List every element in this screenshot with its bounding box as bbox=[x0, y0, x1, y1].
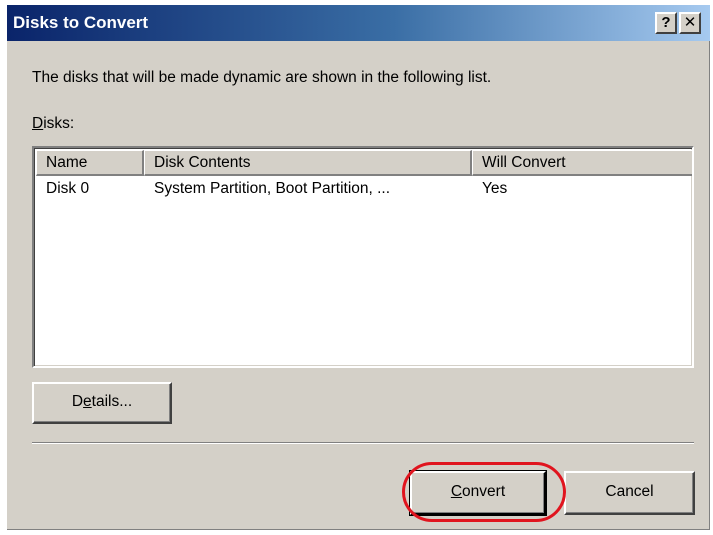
cell-name: Disk 0 bbox=[46, 180, 90, 197]
close-button[interactable]: ✕ bbox=[679, 12, 701, 34]
divider bbox=[32, 442, 694, 444]
column-header-name[interactable]: Name bbox=[36, 150, 144, 176]
convert-label-after: onvert bbox=[462, 483, 506, 500]
window-title: Disks to Convert bbox=[13, 13, 149, 32]
disks-to-convert-dialog: Disks to Convert ? ✕ The disks that will… bbox=[7, 5, 710, 530]
details-label-before: D bbox=[71, 393, 84, 410]
cell-disk-contents: System Partition, Boot Partition, ... bbox=[154, 180, 391, 197]
convert-button[interactable]: Convert bbox=[410, 471, 546, 515]
table-row[interactable]: Disk 0 System Partition, Boot Partition,… bbox=[36, 178, 692, 200]
column-header-disk-contents[interactable]: Disk Contents bbox=[144, 150, 472, 176]
column-header-will-convert[interactable]: Will Convert bbox=[472, 150, 692, 176]
intro-text: The disks that will be made dynamic are … bbox=[32, 69, 492, 86]
close-icon: ✕ bbox=[683, 14, 697, 31]
help-button[interactable]: ? bbox=[655, 12, 677, 34]
details-label-mnemonic: e bbox=[83, 393, 92, 410]
disks-list[interactable]: Name Disk Contents Will Convert Disk 0 S… bbox=[32, 146, 694, 368]
convert-label-mnemonic: C bbox=[450, 483, 463, 500]
title-bar[interactable]: Disks to Convert ? ✕ bbox=[7, 5, 710, 41]
disks-label: Disks: bbox=[32, 115, 74, 133]
cell-will-convert: Yes bbox=[482, 180, 508, 197]
disks-label-mnemonic: D bbox=[32, 115, 44, 132]
list-header: Name Disk Contents Will Convert bbox=[36, 150, 692, 176]
help-icon: ? bbox=[661, 14, 671, 31]
cancel-button[interactable]: Cancel bbox=[564, 471, 695, 515]
details-label-after: tails... bbox=[91, 393, 133, 410]
disks-label-rest: isks: bbox=[43, 115, 75, 132]
details-button[interactable]: Details... bbox=[32, 382, 172, 424]
